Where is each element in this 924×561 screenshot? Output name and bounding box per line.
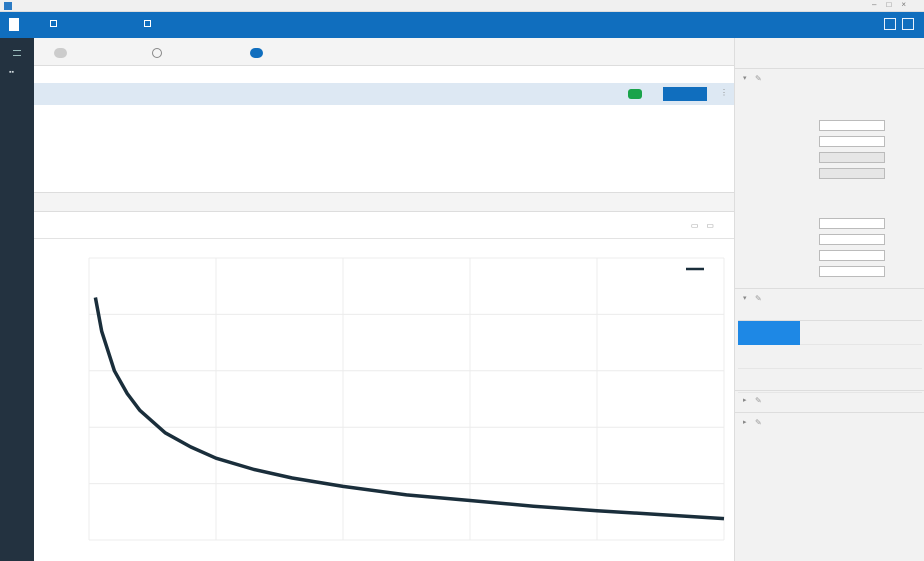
- field-input[interactable]: [819, 136, 885, 147]
- output-header: [34, 192, 734, 212]
- window-titlebar: –□×: [0, 0, 924, 12]
- top-toolbar: [0, 12, 924, 38]
- table-row[interactable]: ⋮: [34, 83, 734, 105]
- properties-panel: ▾ ✎ ▾ ✎ ▸ ✎ ▸ ✎: [734, 38, 924, 561]
- app-icon: [4, 2, 12, 10]
- edit-icon[interactable]: ✎: [755, 396, 915, 405]
- table-header: [34, 68, 734, 82]
- field-input[interactable]: [819, 266, 885, 277]
- field-input[interactable]: [819, 234, 885, 245]
- edit-icon[interactable]: ✎: [755, 418, 915, 427]
- series-line: [93, 297, 725, 521]
- tab-3[interactable]: [244, 45, 263, 60]
- edit-icon[interactable]: ✎: [755, 74, 915, 83]
- document-icon: [144, 20, 151, 27]
- line-chart: [88, 257, 725, 541]
- tab-1-count: [54, 47, 67, 58]
- table-row[interactable]: [738, 345, 922, 369]
- field-input[interactable]: [819, 218, 885, 229]
- field-row: [755, 234, 915, 246]
- fullscreen-icon[interactable]: [884, 18, 896, 30]
- tab-3-count: [250, 47, 263, 58]
- main-area: ⋮ ▭▭: [34, 38, 734, 561]
- field-input[interactable]: [819, 152, 885, 163]
- chevron-down-icon: ▾: [743, 295, 747, 302]
- status-badge: [628, 89, 642, 99]
- nav-item[interactable]: ▪▪: [9, 69, 14, 76]
- field-row: [755, 152, 915, 164]
- field-input[interactable]: [819, 120, 885, 131]
- panel-icon[interactable]: [902, 18, 914, 30]
- field-row: [755, 218, 915, 230]
- chevron-right-icon: ▸: [743, 419, 747, 426]
- parameter-table: [738, 309, 922, 393]
- chevron-down-icon: ▾: [743, 75, 747, 82]
- menu-icon[interactable]: [13, 50, 21, 56]
- more-icon[interactable]: ⋮: [720, 88, 728, 97]
- plus-icon: [50, 20, 57, 27]
- field-row: [755, 136, 915, 148]
- field-row: [755, 250, 915, 262]
- field-input[interactable]: [819, 250, 885, 261]
- app-logo-icon: [9, 18, 19, 31]
- edit-icon[interactable]: ✎: [755, 294, 915, 303]
- field-row: [755, 168, 915, 180]
- field-input[interactable]: [819, 168, 885, 179]
- section-2-header[interactable]: ▾ ✎: [735, 288, 924, 308]
- chevron-right-icon: ▸: [743, 397, 747, 404]
- top-tabs: [34, 38, 734, 66]
- table-row[interactable]: [738, 321, 922, 345]
- section-4-header[interactable]: ▸ ✎: [735, 412, 924, 432]
- section-1-header[interactable]: ▾ ✎: [735, 68, 924, 88]
- tab-2[interactable]: [146, 45, 162, 60]
- field-row: [755, 120, 915, 132]
- plot-tools[interactable]: ▭▭: [691, 221, 722, 230]
- tab-1[interactable]: [48, 45, 67, 60]
- window-controls[interactable]: –□×: [872, 0, 916, 9]
- plot-tabs: ▭▭: [34, 213, 734, 239]
- toolbar-button-1[interactable]: [50, 20, 62, 27]
- chart-grid: [88, 257, 725, 541]
- table-header: [738, 309, 922, 321]
- run-button[interactable]: [663, 87, 707, 101]
- toolbar-button-2[interactable]: [144, 20, 156, 27]
- circle-icon: [152, 47, 162, 58]
- left-navigation: ▪▪: [0, 38, 34, 561]
- section-3-header[interactable]: ▸ ✎: [735, 390, 924, 410]
- field-row: [755, 266, 915, 278]
